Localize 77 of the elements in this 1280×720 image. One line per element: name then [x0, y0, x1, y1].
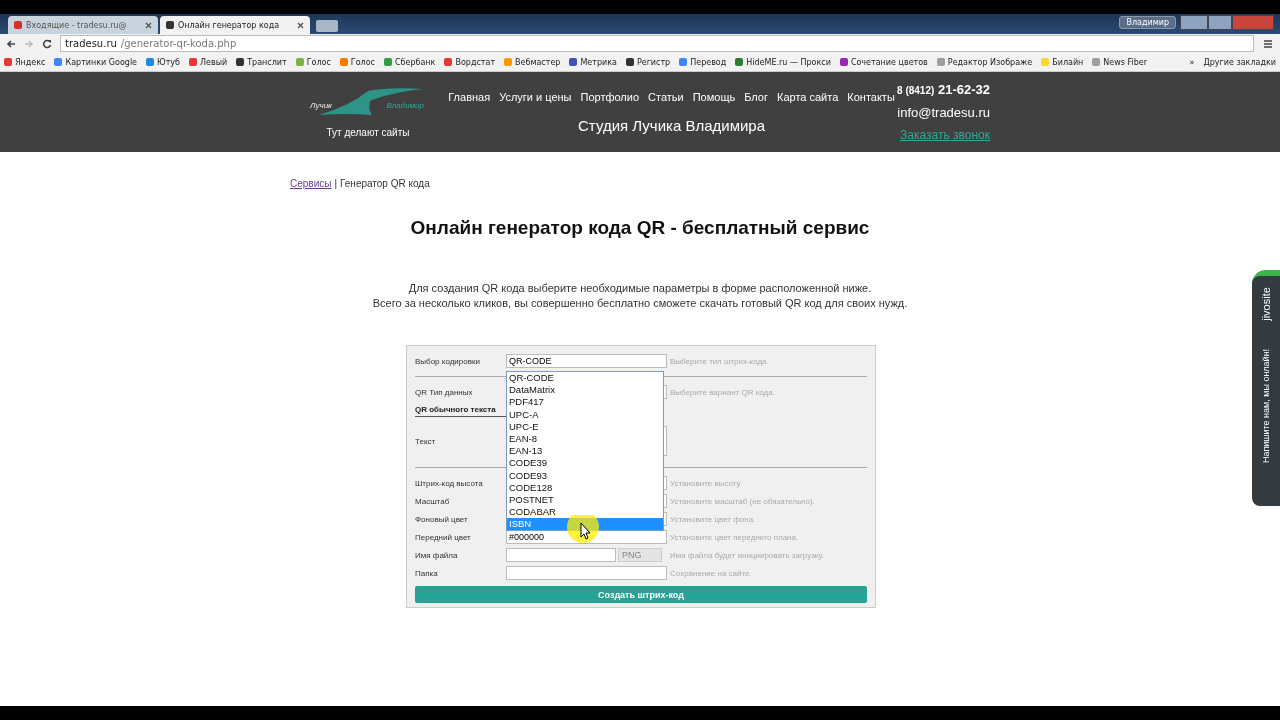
- close-button[interactable]: [1232, 15, 1274, 30]
- reload-icon[interactable]: [42, 38, 52, 49]
- breadcrumb-current: Генератор QR кода: [340, 178, 430, 189]
- nav-link[interactable]: Статьи: [648, 90, 684, 103]
- user-button[interactable]: Владимир: [1119, 16, 1176, 29]
- field-label: Выбор кодировки: [415, 356, 481, 366]
- bookmark[interactable]: Билайн: [1041, 57, 1084, 67]
- callback-link[interactable]: Заказать звонок: [900, 128, 990, 142]
- intro-text: Всего за несколько кликов, вы совершенно бесплатно сможете скачать готовый QR код для своих нужд.: [371, 296, 909, 311]
- browser-tab[interactable]: Входящие - tradesu.ru@: [8, 16, 158, 34]
- field-label: Имя файла: [415, 550, 459, 560]
- page-title: Онлайн генератор кода QR - бесплатный сервис: [409, 217, 871, 239]
- browser-tab[interactable]: Онлайн генератор кода: [160, 16, 310, 34]
- bookmark[interactable]: Сочетание цветов: [839, 57, 928, 67]
- minimize-button[interactable]: [1180, 15, 1208, 30]
- bookmark[interactable]: Картинки Google: [54, 57, 138, 67]
- field-label: QR Тип данных: [415, 387, 474, 397]
- close-icon[interactable]: [297, 21, 304, 29]
- field-hint: Выберите тип штрих-кода.: [669, 356, 770, 366]
- bookmark[interactable]: Вебмастер: [504, 57, 561, 67]
- field-label: Папка: [415, 568, 439, 578]
- site-icon: [166, 21, 174, 29]
- bookmark[interactable]: Редактор Изображе: [936, 57, 1033, 67]
- intro-text: Для создания QR кода выберите необходимые параметры в форме расположенной ниже.: [407, 281, 873, 296]
- bookmark[interactable]: Транслит: [236, 57, 287, 67]
- bookmark[interactable]: News Fiber: [1092, 57, 1148, 67]
- field-hint: Установите масштаб (не обязательно).: [669, 496, 816, 506]
- back-icon[interactable]: [6, 38, 16, 49]
- field-label: Передний цвет: [415, 532, 472, 542]
- address-field[interactable]: tradesu.ru /generator-qr-koda.php: [60, 35, 1254, 52]
- nav-link[interactable]: Портфолио: [580, 90, 640, 103]
- nav-link[interactable]: Главная: [448, 90, 491, 103]
- other-bookmarks-folder[interactable]: Другие закладки: [1203, 57, 1276, 67]
- more-bookmarks-button[interactable]: »: [1189, 57, 1195, 67]
- email: info@tradesu.ru: [897, 105, 990, 120]
- field-hint: Установите цвет переднего плана.: [669, 532, 800, 542]
- breadcrumb-separator: |: [334, 178, 338, 189]
- phone-number: 8 (8412) 21-62-32: [897, 82, 990, 97]
- field-label: Масштаб: [415, 496, 451, 506]
- bookmark[interactable]: Метрика: [569, 57, 617, 67]
- studio-name: Студия Лучика Владимира: [578, 116, 766, 134]
- field-hint: Имя файла будет инициировать загрузку.: [669, 550, 825, 560]
- bookmark[interactable]: Регистр: [625, 57, 671, 67]
- chat-brand: jivosite: [1260, 287, 1272, 321]
- input-field[interactable]: [506, 548, 616, 562]
- bookmark[interactable]: Голос: [295, 57, 331, 67]
- bookmark[interactable]: Голос: [339, 57, 375, 67]
- tagline: Тут делают сайты: [326, 126, 410, 138]
- maximize-button[interactable]: [1208, 15, 1232, 30]
- field-label: Текст: [415, 436, 437, 446]
- menu-icon[interactable]: [1262, 37, 1274, 50]
- bookmark[interactable]: Вордстат: [444, 57, 496, 67]
- bookmark[interactable]: Перевод: [679, 57, 727, 67]
- nav-link[interactable]: Карта сайта: [777, 90, 839, 103]
- field-hint: Выберите вариант QR кода.: [669, 387, 776, 397]
- extension-label: PNG: [618, 548, 662, 562]
- nav-link[interactable]: Услуги и цены: [499, 90, 572, 103]
- input-field[interactable]: [506, 566, 667, 580]
- bookmark[interactable]: HideME.ru — Прокси: [735, 57, 831, 67]
- nav-link[interactable]: Контакты: [847, 90, 895, 103]
- bookmark[interactable]: Левый: [189, 57, 228, 67]
- field-hint: Установите цвет фона.: [669, 514, 757, 524]
- chat-tab[interactable]: jivosite Напишите нам, мы онлайн!: [1252, 276, 1280, 506]
- breadcrumb-link[interactable]: Сервисы: [290, 178, 332, 189]
- nav-link[interactable]: Помощь: [692, 90, 736, 103]
- field-label: Фоновый цвет: [415, 514, 469, 524]
- close-icon[interactable]: [145, 21, 152, 29]
- chat-text: Напишите нам, мы онлайн!: [1261, 348, 1271, 464]
- bookmark[interactable]: Яндекс: [4, 57, 46, 67]
- mail-icon: [14, 21, 22, 29]
- field-hint: Установите высоту: [669, 478, 742, 488]
- bookmark[interactable]: Ютуб: [146, 57, 180, 67]
- field-label: Штрих-код высота: [415, 478, 484, 488]
- nav-link[interactable]: Блог: [744, 90, 768, 103]
- field-hint: Сохранение на сайте.: [669, 568, 753, 578]
- select-field[interactable]: QR-CODE: [506, 354, 667, 368]
- bookmark[interactable]: Сбербанк: [384, 57, 436, 67]
